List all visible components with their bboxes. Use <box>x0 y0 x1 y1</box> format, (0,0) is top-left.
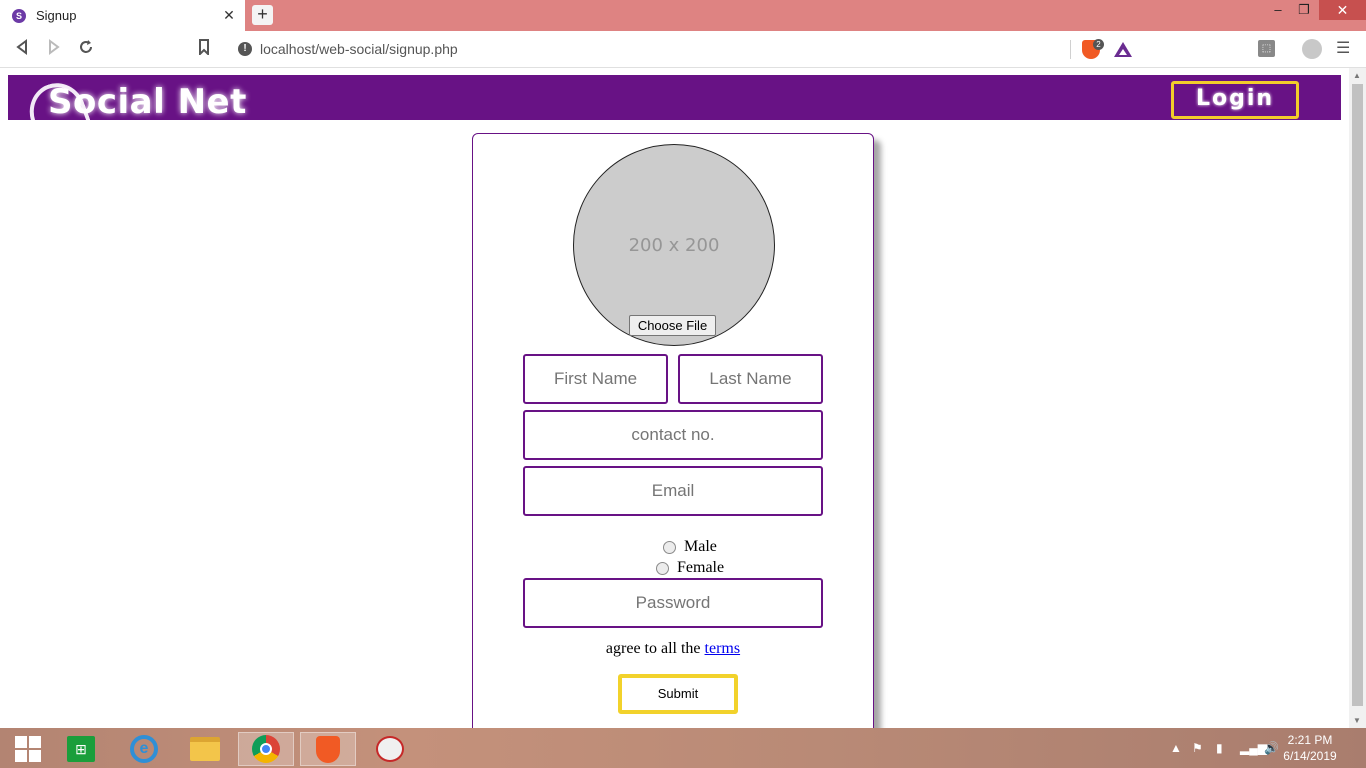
male-radio[interactable] <box>663 540 676 554</box>
system-clock[interactable]: 2:21 PM 6/14/2019 <box>1278 732 1342 764</box>
bookmark-icon[interactable] <box>194 39 214 59</box>
battery-icon[interactable]: ▮ <box>1216 728 1223 768</box>
female-label: Female <box>677 559 725 576</box>
clock-time: 2:21 PM <box>1287 733 1333 747</box>
window-close-button[interactable]: ✕ <box>1319 0 1366 20</box>
file-explorer-icon <box>190 737 220 761</box>
female-radio[interactable] <box>656 561 669 575</box>
gender-male-option[interactable]: Male <box>663 538 717 556</box>
submit-button[interactable]: Submit <box>618 674 738 714</box>
site-info-icon[interactable]: ! <box>238 42 252 56</box>
terms-prefix: agree to all the <box>605 640 705 657</box>
scroll-down-icon[interactable]: ▼ <box>1353 716 1361 725</box>
taskbar-brave[interactable] <box>300 732 356 766</box>
choose-file-button[interactable]: Choose File <box>629 315 716 336</box>
snipping-tool-icon <box>376 736 404 762</box>
store-icon: ⊞ <box>67 736 95 762</box>
start-button[interactable] <box>0 732 56 766</box>
new-tab-button[interactable]: + <box>252 5 273 25</box>
taskbar-chrome[interactable] <box>238 732 294 766</box>
windows-logo-icon <box>15 736 41 762</box>
address-divider <box>1070 40 1071 59</box>
tray-show-hidden-icon[interactable]: ▲ <box>1170 728 1182 768</box>
signup-card: 200 x 200 Choose File First Name Last Na… <box>472 133 874 728</box>
reload-icon[interactable] <box>76 39 96 59</box>
email-input[interactable]: Email <box>523 466 823 516</box>
male-label: Male <box>684 538 717 555</box>
scroll-thumb[interactable] <box>1352 84 1363 706</box>
action-center-flag-icon[interactable]: ⚑ <box>1192 728 1203 768</box>
pdf-extension-icon[interactable]: ⬚ <box>1258 40 1275 57</box>
address-bar[interactable]: ! localhost/web-social/signup.php 2 <box>228 36 1140 63</box>
chrome-icon <box>252 735 280 763</box>
site-logo[interactable]: Social Net <box>48 82 247 120</box>
page-viewport: Social Net Login 200 x 200 Choose File F… <box>0 68 1366 728</box>
window-restore-button[interactable]: ❐ <box>1289 0 1319 20</box>
taskbar-explorer[interactable] <box>177 732 233 766</box>
browser-tab-bar: S Signup ✕ + – ❐ ✕ <box>0 0 1366 31</box>
terms-link[interactable]: terms <box>705 640 741 657</box>
menu-icon[interactable]: ☰ <box>1336 39 1350 59</box>
tab-title: Signup <box>36 8 77 23</box>
gender-female-option[interactable]: Female <box>656 559 724 577</box>
shield-count-badge: 2 <box>1093 39 1104 50</box>
taskbar-store[interactable]: ⊞ <box>53 732 109 766</box>
last-name-input[interactable]: Last Name <box>678 354 823 404</box>
network-signal-icon[interactable]: ▂▄▆ <box>1240 728 1267 768</box>
taskbar-snipping-tool[interactable] <box>362 732 418 766</box>
contact-input[interactable]: contact no. <box>523 410 823 460</box>
address-url[interactable]: localhost/web-social/signup.php <box>260 41 458 57</box>
brave-rewards-inner <box>1119 49 1127 55</box>
first-name-input[interactable]: First Name <box>523 354 668 404</box>
site-header: Social Net Login <box>8 75 1341 120</box>
terms-text: agree to all the terms <box>473 640 873 658</box>
forward-icon[interactable] <box>44 39 64 59</box>
login-button[interactable]: Login <box>1171 81 1299 119</box>
password-input[interactable]: Password <box>523 578 823 628</box>
site-favicon-icon: S <box>12 8 26 23</box>
brave-browser-icon <box>316 735 340 763</box>
clock-date: 6/14/2019 <box>1283 749 1337 763</box>
internet-explorer-icon: e <box>130 735 158 763</box>
windows-taskbar: ⊞ e ▲ ⚑ ▮ ▂▄▆ 🔊 2:21 PM 6/14/2019 <box>0 728 1366 768</box>
taskbar-ie[interactable]: e <box>116 732 172 766</box>
browser-toolbar: ! localhost/web-social/signup.php 2 ⬚ ☰ <box>0 31 1366 68</box>
page-scrollbar[interactable]: ▲ ▼ <box>1349 68 1366 728</box>
browser-tab[interactable]: S Signup ✕ <box>0 0 245 31</box>
avatar-placeholder-label: 200 x 200 <box>628 235 720 256</box>
scroll-up-icon[interactable]: ▲ <box>1353 71 1361 80</box>
volume-icon[interactable]: 🔊 <box>1264 728 1279 768</box>
profile-avatar-icon[interactable] <box>1302 39 1322 59</box>
back-icon[interactable] <box>12 39 32 59</box>
tab-close-icon[interactable]: ✕ <box>221 7 237 24</box>
